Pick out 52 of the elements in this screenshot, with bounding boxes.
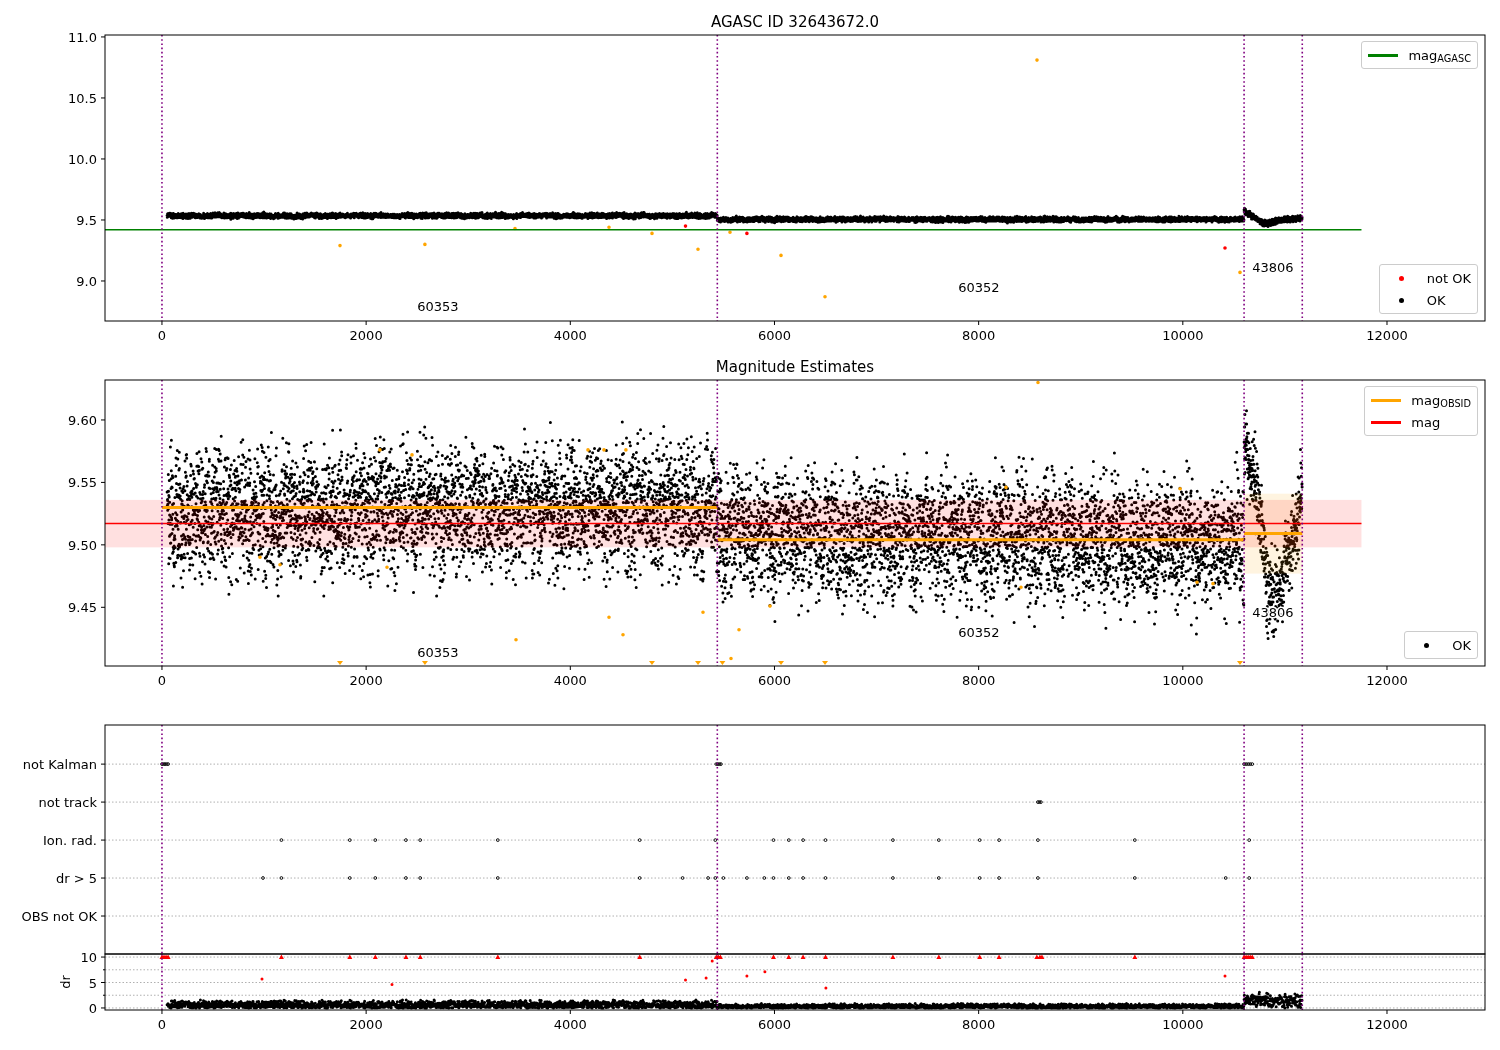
legend-label: mag [1411,415,1441,429]
legend-label: not OK [1426,271,1471,285]
tick-label: 10000 [1162,328,1204,343]
tick-label: OBS not OK [21,909,97,924]
chart-title: Magnitude Estimates [715,358,875,376]
tick-label: Ion. rad. [43,833,97,849]
obsid-label: 43806 [1252,260,1294,276]
tick-label: 9.0 [76,274,97,289]
obsid-label: 60352 [958,279,1000,295]
tick-label: 10.5 [68,90,97,106]
tick-label: 9.45 [68,600,97,616]
obsid-label: 60353 [417,299,459,315]
tick-label: 6000 [757,673,792,688]
tick-label: 4000 [553,673,587,688]
legend-label: mag$_{OBSID}$ [1411,393,1471,407]
tick-label: 0 [157,328,167,343]
tick-label: 10000 [1162,1017,1204,1032]
chart-title: AGASC ID 32643672.0 [711,13,879,31]
tick-label: dr > 5 [55,871,97,887]
legend-label: OK [1426,293,1446,307]
tick-label: 8000 [962,328,996,343]
tick-label: 10 [80,950,97,966]
tick-label: 9.60 [68,412,97,428]
tick-label: 9.50 [68,537,97,553]
tick-label: 11.0 [68,29,97,45]
tick-label: not track [38,795,97,811]
tick-label: 0 [88,1000,97,1016]
axis-label: dr [58,975,73,989]
obsid-label: 60352 [958,625,1000,641]
tick-label: 9.55 [68,475,97,491]
tick-label: 6000 [757,328,792,343]
tick-label: 10000 [1162,673,1204,688]
tick-label: 12000 [1366,673,1408,688]
tick-label: 6000 [757,1017,792,1032]
tick-label: 8000 [962,673,996,688]
tick-label: 9.5 [76,212,97,228]
tick-label: 2000 [349,328,383,343]
tick-label: 2000 [349,673,383,688]
legend-label: OK [1452,638,1471,652]
tick-label: 12000 [1366,1017,1408,1032]
tick-label: 5 [88,975,97,991]
tick-label: not Kalman [22,757,97,773]
tick-label: 4000 [553,328,587,343]
legend-label: mag$_{AGASC}$ [1408,48,1471,62]
tick-label: 0 [157,673,167,688]
tick-label: 8000 [962,1017,996,1032]
tick-label: 0 [157,1017,167,1032]
tick-label: 2000 [349,1017,383,1032]
tick-label: 10.0 [68,151,97,167]
tick-label: 4000 [553,1017,587,1032]
obsid-label: 60353 [417,645,459,661]
tick-label: 12000 [1366,328,1408,343]
